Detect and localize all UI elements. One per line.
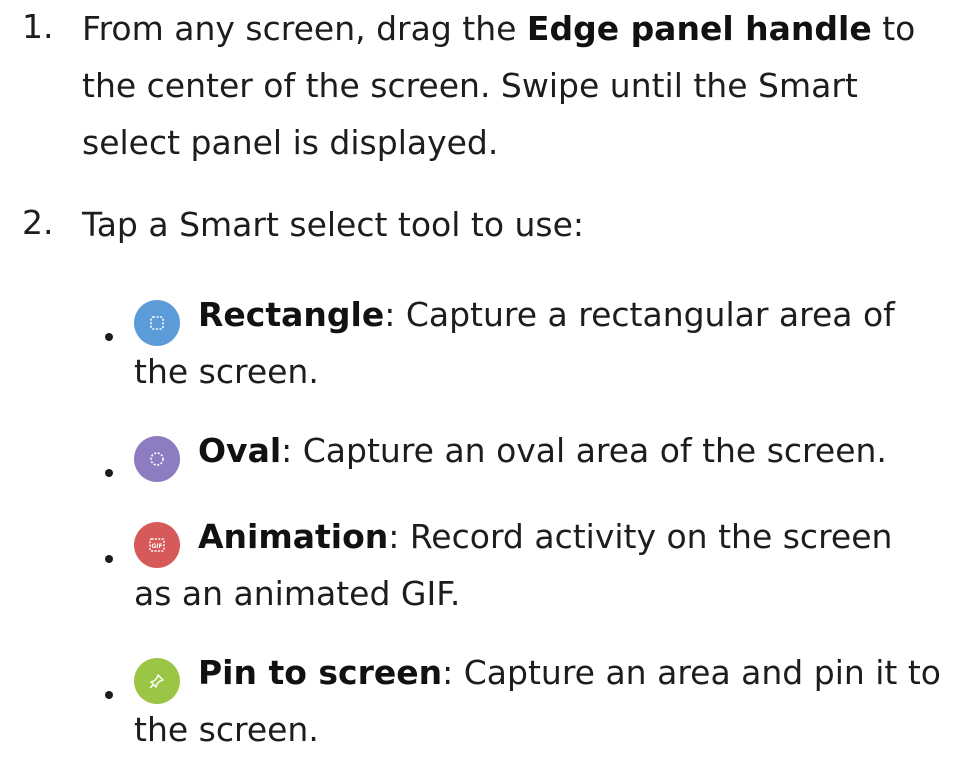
tool-animation-line-2: as an animated GIF. bbox=[134, 574, 461, 613]
step-1-line-1-pre: From any screen, drag the bbox=[82, 9, 527, 48]
step-1-line-1: From any screen, drag the Edge panel han… bbox=[82, 0, 952, 57]
step-2-text: Tap a Smart select tool to use: bbox=[82, 196, 952, 253]
tool-rectangle-line-1: Rectangle: Capture a rectangular area of bbox=[134, 286, 964, 343]
tool-pin-line-1: Pin to screen: Capture an area and pin i… bbox=[134, 644, 964, 701]
tool-rectangle-line-2: the screen. bbox=[134, 352, 319, 391]
tool-oval-desc: : Capture an oval area of the screen. bbox=[281, 431, 887, 470]
step-1-number: 1. bbox=[22, 7, 54, 46]
step-1-line-3: select panel is displayed. bbox=[82, 123, 499, 162]
tool-oval-name: Oval bbox=[198, 431, 282, 470]
tool-rectangle-text: Rectangle: Capture a rectangular area of… bbox=[134, 286, 964, 400]
bullet-dot bbox=[105, 691, 113, 699]
tool-animation-line-1: Animation: Record activity on the screen bbox=[134, 508, 964, 565]
tool-pin-text: Pin to screen: Capture an area and pin i… bbox=[134, 644, 964, 758]
tool-rectangle-name: Rectangle bbox=[198, 295, 385, 334]
tool-animation-name: Animation bbox=[198, 517, 389, 556]
tool-animation-desc: : Record activity on the screen bbox=[388, 517, 893, 556]
tool-pin-line-2: the screen. bbox=[134, 710, 319, 749]
edge-panel-handle-term: Edge panel handle bbox=[526, 9, 872, 48]
step-2-number: 2. bbox=[22, 203, 54, 242]
step-1-text: From any screen, drag the Edge panel han… bbox=[82, 0, 952, 171]
tool-pin-desc: : Capture an area and pin it to bbox=[442, 653, 941, 692]
bullet-dot bbox=[105, 333, 113, 341]
tool-oval-text: Oval: Capture an oval area of the screen… bbox=[134, 422, 964, 479]
bullet-dot bbox=[105, 469, 113, 477]
step-1-line-1-post: to bbox=[871, 9, 916, 48]
tool-rectangle-desc: : Capture a rectangular area of bbox=[384, 295, 895, 334]
step-1-line-2: the center of the screen. Swipe until th… bbox=[82, 66, 858, 105]
bullet-dot bbox=[105, 555, 113, 563]
step-2-line-1: Tap a Smart select tool to use: bbox=[82, 205, 585, 244]
tool-oval-line-1: Oval: Capture an oval area of the screen… bbox=[134, 422, 964, 479]
tool-animation-text: Animation: Record activity on the screen… bbox=[134, 508, 964, 622]
tool-pin-name: Pin to screen bbox=[198, 653, 443, 692]
